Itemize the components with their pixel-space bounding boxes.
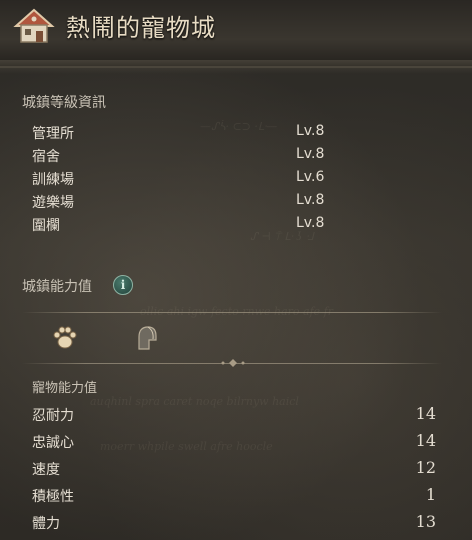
background-scribble: auqhinl spra caret noqe bilrnyw haicl	[90, 395, 299, 408]
house-icon	[13, 8, 55, 43]
background-scribble: —ᔑᓵ· ⊂⊃ ·ᒷ—	[200, 120, 278, 133]
divider	[22, 312, 442, 313]
stat-value: 1	[425, 485, 436, 504]
level-row-label: 遊樂場	[32, 195, 74, 211]
level-row-value: Lv.8	[296, 215, 325, 231]
stat-label: 積極性	[32, 489, 74, 505]
level-row-label: 圍欄	[32, 218, 60, 234]
torn-parchment-edge	[0, 60, 472, 74]
background-scribble: moerr whpile swell afre hoocle	[100, 440, 273, 453]
level-row-label: 訓練場	[32, 172, 74, 188]
info-icon[interactable]: i	[113, 275, 133, 295]
stat-value: 14	[415, 431, 436, 450]
level-row-label: 管理所	[32, 126, 74, 142]
level-row-value: Lv.8	[296, 123, 325, 139]
stat-label: 忠誠心	[32, 435, 74, 451]
paw-icon[interactable]	[50, 323, 80, 353]
level-row-value: Lv.8	[296, 146, 325, 162]
stat-value: 13	[415, 512, 436, 531]
town-level-section-title: 城鎮等級資訊	[22, 95, 106, 111]
stat-label: 速度	[32, 462, 60, 478]
divider-ornament	[221, 359, 245, 367]
level-row-label: 宿舍	[32, 149, 60, 165]
helmet-icon[interactable]	[131, 323, 161, 353]
stat-label: 體力	[32, 516, 60, 532]
level-row-value: Lv.6	[296, 169, 325, 185]
level-row-value: Lv.8	[296, 192, 325, 208]
pet-town-panel: —ᔑᓵ· ⊂⊃ ·ᒷ— ᔑ ⊣ ⍑ ᒷ ʖ ᒲ ollic ahi igw fe…	[0, 0, 472, 540]
background-scribble: ᔑ ⊣ ⍑ ᒷ ʖ ᒲ	[250, 230, 314, 243]
pet-stats-title: 寵物能力值	[32, 381, 98, 396]
stat-label: 忍耐力	[32, 408, 74, 424]
stat-value: 14	[415, 404, 436, 423]
stat-value: 12	[415, 458, 436, 477]
page-title: 熱鬧的寵物城	[66, 14, 216, 42]
town-ability-section-title: 城鎮能力值	[22, 279, 92, 295]
